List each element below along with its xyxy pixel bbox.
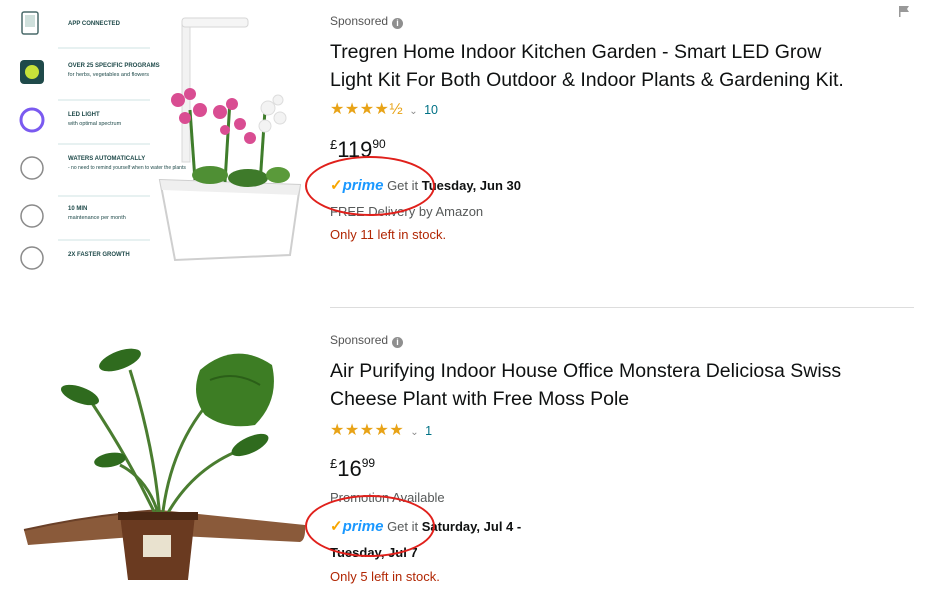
search-result-2[interactable]: Sponsored i Air Purifying Indoor House Of…	[0, 310, 930, 599]
feature-icons	[19, 11, 150, 270]
sponsored-label: Sponsored i	[330, 333, 404, 348]
price[interactable]: £1699	[330, 456, 375, 482]
product-image-garden-kit[interactable]: APP CONNECTED OVER 25 SPECIFIC PROGRAMS …	[10, 0, 310, 290]
stars-icon[interactable]: ★★★★★	[330, 422, 404, 439]
stock-status: Only 11 left in stock.	[330, 227, 447, 242]
annotation-circle	[305, 156, 435, 216]
product-image-monstera[interactable]	[10, 330, 310, 590]
svg-text:APP CONNECTED: APP CONNECTED	[68, 21, 121, 27]
svg-text:2X FASTER GROWTH: 2X FASTER GROWTH	[68, 252, 130, 258]
flag-icon[interactable]	[898, 5, 910, 17]
svg-text:with optimal spectrum: with optimal spectrum	[67, 121, 122, 127]
chevron-down-icon[interactable]: ⌄	[410, 427, 419, 438]
stock-status: Only 5 left in stock.	[330, 569, 440, 584]
star-rating[interactable]: ★★★★★ ⌄ 1	[330, 420, 432, 440]
svg-text:10 MIN: 10 MIN	[68, 206, 87, 212]
info-icon[interactable]: i	[392, 18, 404, 29]
annotation-circle	[305, 495, 435, 557]
svg-text:WATERS AUTOMATICALLY: WATERS AUTOMATICALLY	[68, 156, 145, 162]
divider	[330, 307, 914, 308]
product-title[interactable]: Air Purifying Indoor House Office Monste…	[330, 357, 920, 413]
info-icon[interactable]: i	[392, 337, 404, 348]
svg-text:LED LIGHT: LED LIGHT	[68, 112, 100, 118]
sponsored-label: Sponsored i	[330, 14, 404, 29]
star-rating[interactable]: ★★★★½ ⌄ 10	[330, 99, 438, 119]
chevron-down-icon[interactable]: ⌄	[409, 106, 418, 117]
svg-text:OVER 25 SPECIFIC PROGRAMS: OVER 25 SPECIFIC PROGRAMS	[68, 63, 160, 69]
stars-icon[interactable]: ★★★★½	[330, 101, 403, 118]
rating-count[interactable]: 10	[424, 103, 438, 117]
svg-text:maintenance per month: maintenance per month	[68, 215, 126, 221]
svg-text:for herbs, vegetables and flow: for herbs, vegetables and flowers	[68, 72, 149, 78]
product-title[interactable]: Tregren Home Indoor Kitchen Garden - Sma…	[330, 38, 920, 94]
search-result-1[interactable]: APP CONNECTED OVER 25 SPECIFIC PROGRAMS …	[0, 0, 930, 305]
rating-count[interactable]: 1	[425, 424, 432, 438]
svg-text:- no need to remind yourself w: - no need to remind yourself when to wat…	[68, 165, 186, 171]
